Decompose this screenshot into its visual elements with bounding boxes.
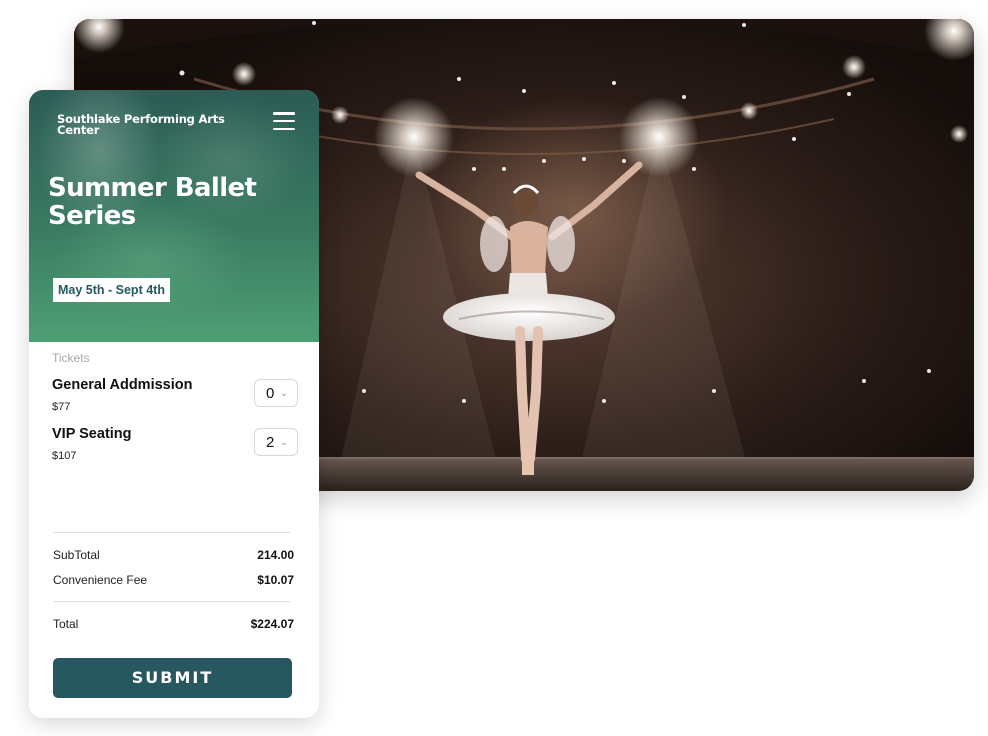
ticket-name-general: General Addmission (52, 377, 193, 393)
fee-label: Convenience Fee (53, 573, 148, 587)
total-value: $224.07 (250, 617, 294, 631)
organization-name: Southlake Performing Arts Center (57, 112, 225, 137)
ticket-name-vip: VIP Seating (52, 426, 132, 442)
chevron-down-icon: ⌄ (280, 436, 288, 447)
vip-quantity-value: 2 (266, 433, 275, 451)
total-divider (53, 601, 290, 602)
summary-divider (53, 532, 290, 533)
ticket-purchase-card: Southlake Performing Arts Center Summer … (29, 90, 319, 718)
fee-value: $10.07 (257, 573, 294, 587)
ticket-price-vip: $107 (52, 450, 77, 462)
subtotal-label: SubTotal (53, 548, 100, 562)
total-label: Total (53, 617, 79, 631)
chevron-down-icon: ⌄ (280, 387, 288, 398)
tickets-section-label: Tickets (52, 351, 90, 365)
vip-quantity-select[interactable]: 2 ⌄ (254, 428, 298, 456)
submit-button[interactable]: SUBMIT (53, 658, 292, 698)
subtotal-value: 214.00 (257, 548, 294, 562)
event-title: Summer Ballet Series (48, 173, 257, 231)
event-hero-banner: Southlake Performing Arts Center Summer … (29, 90, 319, 342)
ticket-price-general: $77 (52, 401, 71, 413)
general-quantity-select[interactable]: 0 ⌄ (254, 379, 298, 407)
general-quantity-value: 0 (266, 384, 275, 402)
hamburger-menu-icon[interactable] (273, 112, 297, 130)
event-dates-badge: May 5th - Sept 4th (53, 278, 170, 302)
